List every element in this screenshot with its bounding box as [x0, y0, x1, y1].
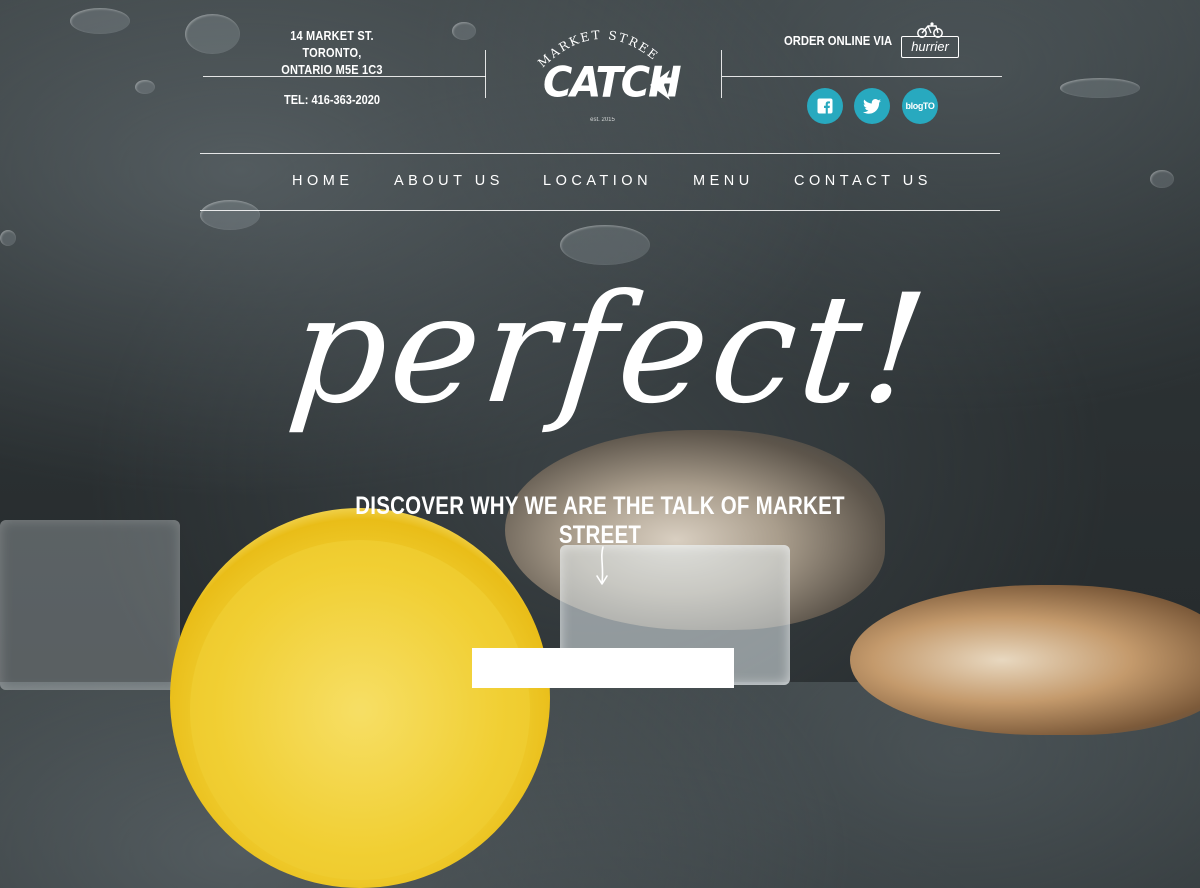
oyster-image	[850, 585, 1200, 735]
water-droplet	[135, 80, 155, 94]
lemon-flesh-image	[190, 540, 530, 880]
address-line-1: 14 MARKET ST. TORONTO,	[290, 29, 374, 60]
water-droplet	[200, 200, 260, 230]
hero-headline: perfect!	[282, 263, 938, 437]
hero-tagline: DISCOVER WHY WE ARE THE TALK OF MARKET S…	[355, 492, 845, 549]
fish-tail-icon	[650, 70, 670, 100]
address: 14 MARKET ST. TORONTO, ONTARIO M5E 1C3	[270, 28, 393, 79]
header-divider-vertical-right	[721, 50, 722, 98]
nav-divider-top	[200, 153, 1000, 154]
header-divider-right	[722, 76, 1002, 77]
scroll-down-arrow-icon[interactable]	[594, 545, 610, 587]
blogto-icon: blogTO	[905, 101, 935, 111]
facebook-icon	[817, 98, 833, 114]
blogto-button[interactable]: blogTO	[902, 88, 938, 124]
nav-about-us[interactable]: ABOUT US	[394, 173, 504, 189]
header-divider-left	[203, 76, 486, 77]
cta-panel[interactable]	[472, 648, 734, 688]
hero: perfect!	[270, 260, 950, 470]
nav-divider-bottom	[200, 210, 1000, 211]
twitter-icon	[863, 98, 881, 114]
water-droplet	[185, 14, 240, 54]
water-droplet	[452, 22, 476, 40]
nav-location[interactable]: LOCATION	[543, 173, 652, 189]
water-droplet	[0, 230, 16, 246]
nav-home[interactable]: HOME	[292, 173, 354, 189]
water-droplet	[560, 225, 650, 265]
site-logo[interactable]: MARKET STREET CATCH est. 2015	[535, 20, 682, 130]
order-online-label: ORDER ONLINE VIA	[784, 34, 893, 48]
phone-number[interactable]: TEL: 416-363-2020	[270, 93, 393, 107]
logo-established: est. 2015	[590, 117, 615, 123]
main-navigation: HOME ABOUT US LOCATION MENU CONTACT US	[200, 173, 1000, 193]
header-divider-vertical-left	[485, 50, 486, 98]
water-droplet	[1060, 78, 1140, 98]
facebook-button[interactable]	[807, 88, 843, 124]
water-droplet	[70, 8, 130, 34]
hurrier-order-button[interactable]: hurrier	[901, 36, 959, 58]
nav-contact-us[interactable]: CONTACT US	[794, 173, 932, 189]
water-droplet	[1150, 170, 1174, 188]
crushed-ice-image	[0, 520, 180, 690]
twitter-button[interactable]	[854, 88, 890, 124]
logo-name: CATCH	[543, 58, 682, 108]
nav-menu[interactable]: MENU	[693, 173, 754, 189]
